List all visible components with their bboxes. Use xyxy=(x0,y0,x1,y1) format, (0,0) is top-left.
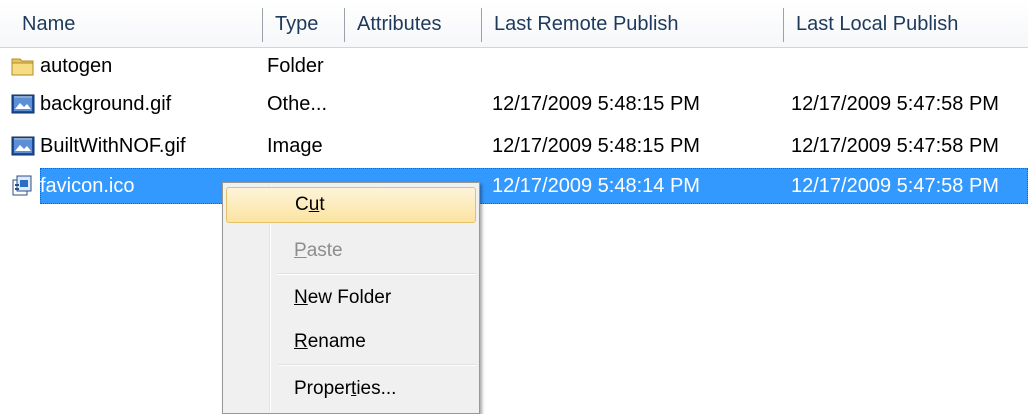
mnemonic-letter: R xyxy=(294,331,308,352)
file-name: favicon.ico xyxy=(40,174,135,197)
mnemonic-letter: P xyxy=(294,240,307,261)
last-remote-publish-cell: 12/17/2009 5:48:15 PM xyxy=(492,92,700,115)
file-attributes-cell xyxy=(359,86,482,122)
column-header-type-label: Type xyxy=(275,12,319,35)
file-row[interactable]: autogen Folder xyxy=(0,48,1028,84)
label-text: ew Folder xyxy=(307,287,392,308)
menu-item-properties[interactable]: Properties... xyxy=(226,371,476,407)
column-header-name-label: Name xyxy=(22,12,76,35)
label-text: ename xyxy=(307,331,366,352)
menu-item-new-folder-label: New Folder xyxy=(294,287,391,309)
column-header-last-remote-publish[interactable]: Last Remote Publish xyxy=(482,0,784,48)
folder-icon xyxy=(10,54,36,78)
column-header-bar: Name Type Attributes Last Remote Publish… xyxy=(0,0,1028,48)
label-text: ies... xyxy=(356,378,397,399)
file-row[interactable]: background.gif Othe... 12/17/2009 5:48:1… xyxy=(0,86,1028,122)
file-row[interactable]: BuiltWithNOF.gif Image 12/17/2009 5:48:1… xyxy=(0,128,1028,164)
file-type-cell: Othe... xyxy=(267,92,328,115)
last-local-publish-cell xyxy=(791,48,1027,84)
column-header-last-local-publish[interactable]: Last Local Publish xyxy=(784,0,1028,48)
file-name: BuiltWithNOF.gif xyxy=(40,134,186,157)
column-header-attributes[interactable]: Attributes xyxy=(345,0,482,48)
mnemonic-letter: u xyxy=(308,194,320,215)
label-text: C xyxy=(295,194,309,215)
mnemonic-letter: N xyxy=(294,287,308,308)
column-header-attributes-label: Attributes xyxy=(357,12,442,35)
menu-item-rename[interactable]: Rename xyxy=(226,324,476,360)
file-type-cell: Folder xyxy=(267,54,324,77)
column-header-type[interactable]: Type xyxy=(263,0,345,48)
menu-item-new-folder[interactable]: New Folder xyxy=(226,280,476,316)
image-file-icon xyxy=(10,92,36,116)
ico-file-icon xyxy=(10,174,36,198)
file-row-selected[interactable]: favicon.ico 12/17/2009 5:48:14 PM 12/17/… xyxy=(0,168,1028,204)
last-local-publish-cell: 12/17/2009 5:47:58 PM xyxy=(791,134,999,157)
column-header-name[interactable]: Name xyxy=(0,0,263,48)
last-local-publish-cell: 12/17/2009 5:47:58 PM xyxy=(791,174,999,197)
file-name-cell: autogen xyxy=(10,48,260,84)
column-header-last-remote-publish-label: Last Remote Publish xyxy=(494,12,679,35)
column-header-last-local-publish-label: Last Local Publish xyxy=(796,12,959,35)
last-remote-publish-cell: 12/17/2009 5:48:14 PM xyxy=(492,174,700,197)
last-remote-publish-cell xyxy=(492,48,782,84)
menu-item-cut[interactable]: Cut xyxy=(226,187,476,223)
label-text: t xyxy=(319,194,325,215)
image-file-icon xyxy=(10,134,36,158)
file-name: background.gif xyxy=(40,92,172,115)
label-text: aste xyxy=(306,240,343,261)
file-attributes-cell xyxy=(359,48,482,84)
file-attributes-cell xyxy=(359,128,482,164)
last-local-publish-cell: 12/17/2009 5:47:58 PM xyxy=(791,92,999,115)
menu-separator xyxy=(278,273,476,275)
context-menu: Cut Paste New Folder Rename Properties..… xyxy=(222,182,480,414)
file-name: autogen xyxy=(40,54,113,77)
menu-item-properties-label: Properties... xyxy=(294,378,396,400)
file-type-cell: Image xyxy=(267,134,323,157)
label-text: Proper xyxy=(294,378,352,399)
menu-item-paste: Paste xyxy=(226,233,476,269)
menu-separator xyxy=(278,364,476,366)
menu-item-rename-label: Rename xyxy=(294,331,366,353)
file-name-cell: background.gif xyxy=(10,86,260,122)
menu-item-paste-label: Paste xyxy=(294,240,343,262)
menu-item-cut-label: Cut xyxy=(295,194,325,216)
file-list-window: Name Type Attributes Last Remote Publish… xyxy=(0,0,1028,414)
file-name-cell: BuiltWithNOF.gif xyxy=(10,128,260,164)
last-remote-publish-cell: 12/17/2009 5:48:15 PM xyxy=(492,134,700,157)
